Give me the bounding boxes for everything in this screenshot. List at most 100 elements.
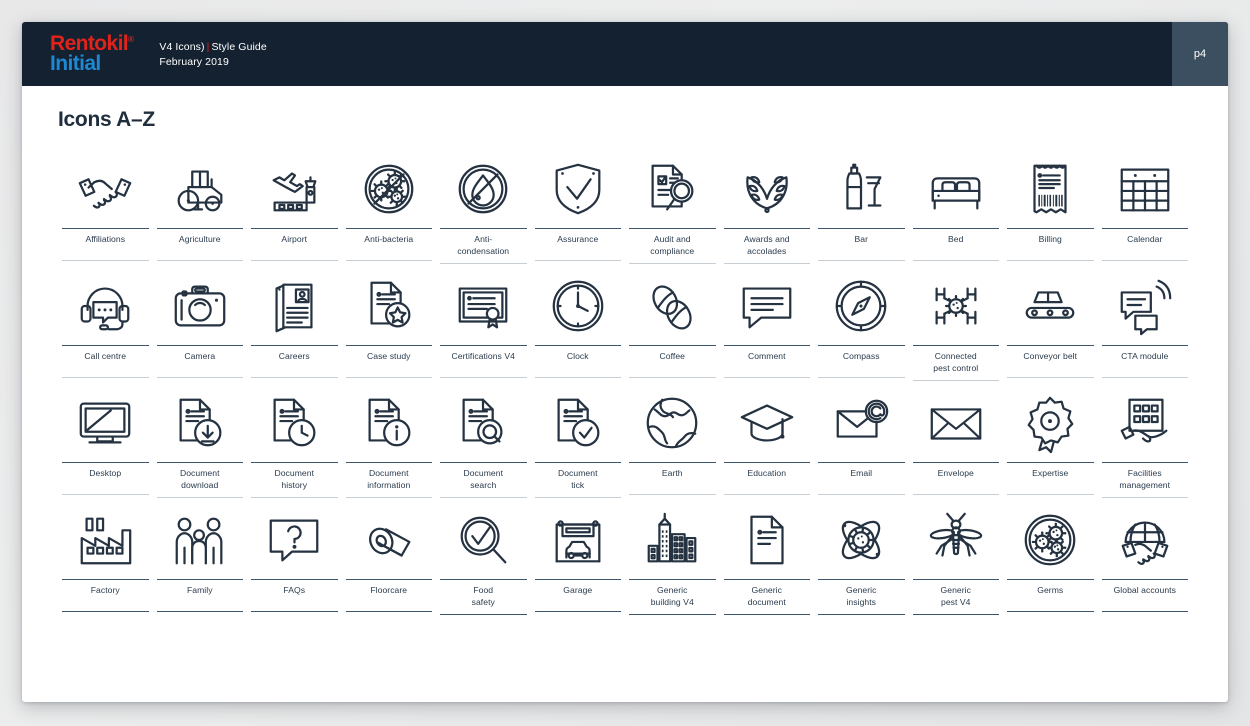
shield-check-icon — [535, 150, 622, 228]
page-title: Icons A–Z — [58, 108, 155, 131]
icon-label-wrap: Comment — [723, 345, 810, 378]
icon-label-wrap: Generic pest V4 — [912, 579, 999, 615]
icon-label: Generic building V4 — [650, 585, 694, 607]
icon-cell[interactable]: Document download — [153, 384, 248, 498]
icon-cell[interactable]: Garage — [531, 501, 626, 615]
email-icon — [818, 384, 905, 462]
icon-cell[interactable]: Awards and accolades — [720, 150, 815, 264]
icon-cell[interactable]: Camera — [153, 267, 248, 381]
icon-label-wrap: Awards and accolades — [723, 228, 810, 264]
icon-label-wrap: Floorcare — [345, 579, 432, 612]
icon-cell[interactable]: Food safety — [436, 501, 531, 615]
icon-label-wrap: Desktop — [62, 462, 149, 495]
icon-cell[interactable]: Airport — [247, 150, 342, 264]
icon-label-wrap: Germs — [1007, 579, 1094, 612]
icon-cell[interactable]: Document tick — [531, 384, 626, 498]
floorcare-icon — [346, 501, 433, 579]
icon-label: Family — [186, 585, 213, 595]
icon-label-wrap: Airport — [251, 228, 338, 261]
icon-cell[interactable]: Careers — [247, 267, 342, 381]
cv-documents-icon — [251, 267, 338, 345]
icon-cell[interactable]: Family — [153, 501, 248, 615]
desktop-icon — [62, 384, 149, 462]
icon-cell[interactable]: Bed — [909, 150, 1004, 264]
icon-cell[interactable]: Earth — [625, 384, 720, 498]
speech-bubble-icon — [724, 267, 811, 345]
icon-cell[interactable]: Coffee — [625, 267, 720, 381]
food-safety-icon — [440, 501, 527, 579]
icon-cell[interactable]: Document search — [436, 384, 531, 498]
icon-cell[interactable]: Document history — [247, 384, 342, 498]
icon-cell[interactable]: Audit and compliance — [625, 150, 720, 264]
icon-label: Coffee — [659, 351, 685, 361]
icon-cell[interactable]: Anti-condensation — [436, 150, 531, 264]
receipt-icon — [1007, 150, 1094, 228]
garage-icon — [535, 501, 622, 579]
icon-cell[interactable]: Billing — [1003, 150, 1098, 264]
icon-cell[interactable]: Conveyor belt — [1003, 267, 1098, 381]
icon-label-wrap: Camera — [156, 345, 243, 378]
calendar-icon — [1102, 150, 1189, 228]
rosette-icon — [1007, 384, 1094, 462]
icon-label: Audit and compliance — [650, 234, 695, 256]
icon-cell[interactable]: Generic insights — [814, 501, 909, 615]
icon-cell[interactable]: Expertise — [1003, 384, 1098, 498]
icon-cell[interactable]: Clock — [531, 267, 626, 381]
bar-drinks-icon — [818, 150, 905, 228]
icon-cell[interactable]: Generic building V4 — [625, 501, 720, 615]
facilities-management-icon — [1102, 384, 1189, 462]
icon-label: Desktop — [89, 468, 122, 478]
icon-cell[interactable]: Email — [814, 384, 909, 498]
icon-cell[interactable]: Anti-bacteria — [342, 150, 437, 264]
icon-cell[interactable]: Assurance — [531, 150, 626, 264]
handshake-icon — [62, 150, 149, 228]
icon-cell[interactable]: Bar — [814, 150, 909, 264]
icon-label-wrap: Document tick — [534, 462, 621, 498]
icon-cell[interactable]: CTA module — [1098, 267, 1193, 381]
icon-cell[interactable]: Desktop — [58, 384, 153, 498]
icon-label-wrap: CTA module — [1101, 345, 1188, 378]
icon-label: Envelope — [937, 468, 974, 478]
icon-cell[interactable]: Generic pest V4 — [909, 501, 1004, 615]
icon-label-wrap: Case study — [345, 345, 432, 378]
logo-rentokil-text: Rentokil — [50, 31, 129, 55]
document-search-icon — [440, 384, 527, 462]
icon-cell[interactable]: Calendar — [1098, 150, 1193, 264]
icon-cell[interactable]: Floorcare — [342, 501, 437, 615]
icon-cell[interactable]: Education — [720, 384, 815, 498]
icon-label-wrap: Anti-condensation — [440, 228, 527, 264]
icon-cell[interactable]: Envelope — [909, 384, 1004, 498]
icon-cell[interactable]: Factory — [58, 501, 153, 615]
icon-label: Factory — [90, 585, 120, 595]
icon-cell[interactable]: Comment — [720, 267, 815, 381]
generic-pest-icon — [913, 501, 1000, 579]
icon-cell[interactable]: Connected pest control — [909, 267, 1004, 381]
icon-label: Case study — [367, 351, 411, 361]
icon-cell[interactable]: Affiliations — [58, 150, 153, 264]
faq-icon — [251, 501, 338, 579]
icon-label: Conveyor belt — [1023, 351, 1078, 361]
icon-cell[interactable]: Certifications V4 — [436, 267, 531, 381]
document-date-label: February 2019 — [159, 55, 229, 68]
icon-label: Call centre — [84, 351, 127, 361]
icon-cell[interactable]: Germs — [1003, 501, 1098, 615]
icon-label: Germs — [1037, 585, 1064, 595]
icon-label: Facilities management — [1119, 468, 1171, 490]
icon-label: Food safety — [471, 585, 495, 607]
document-star-icon — [346, 267, 433, 345]
icon-label: Affiliations — [85, 234, 126, 244]
icon-label-wrap: Certifications V4 — [440, 345, 527, 378]
icon-cell[interactable]: Global accounts — [1098, 501, 1193, 615]
icon-cell[interactable]: Agriculture — [153, 150, 248, 264]
icon-cell[interactable]: Document information — [342, 384, 437, 498]
icon-cell[interactable]: Compass — [814, 267, 909, 381]
icon-label-wrap: Generic document — [723, 579, 810, 615]
icon-cell[interactable]: Case study — [342, 267, 437, 381]
icon-cell[interactable]: Facilities management — [1098, 384, 1193, 498]
icon-cell[interactable]: FAQs — [247, 501, 342, 615]
icon-cell[interactable]: Generic document — [720, 501, 815, 615]
icon-label: Document download — [179, 468, 220, 490]
icon-label: Airport — [281, 234, 308, 244]
icon-label-wrap: Garage — [534, 579, 621, 612]
icon-cell[interactable]: Call centre — [58, 267, 153, 381]
